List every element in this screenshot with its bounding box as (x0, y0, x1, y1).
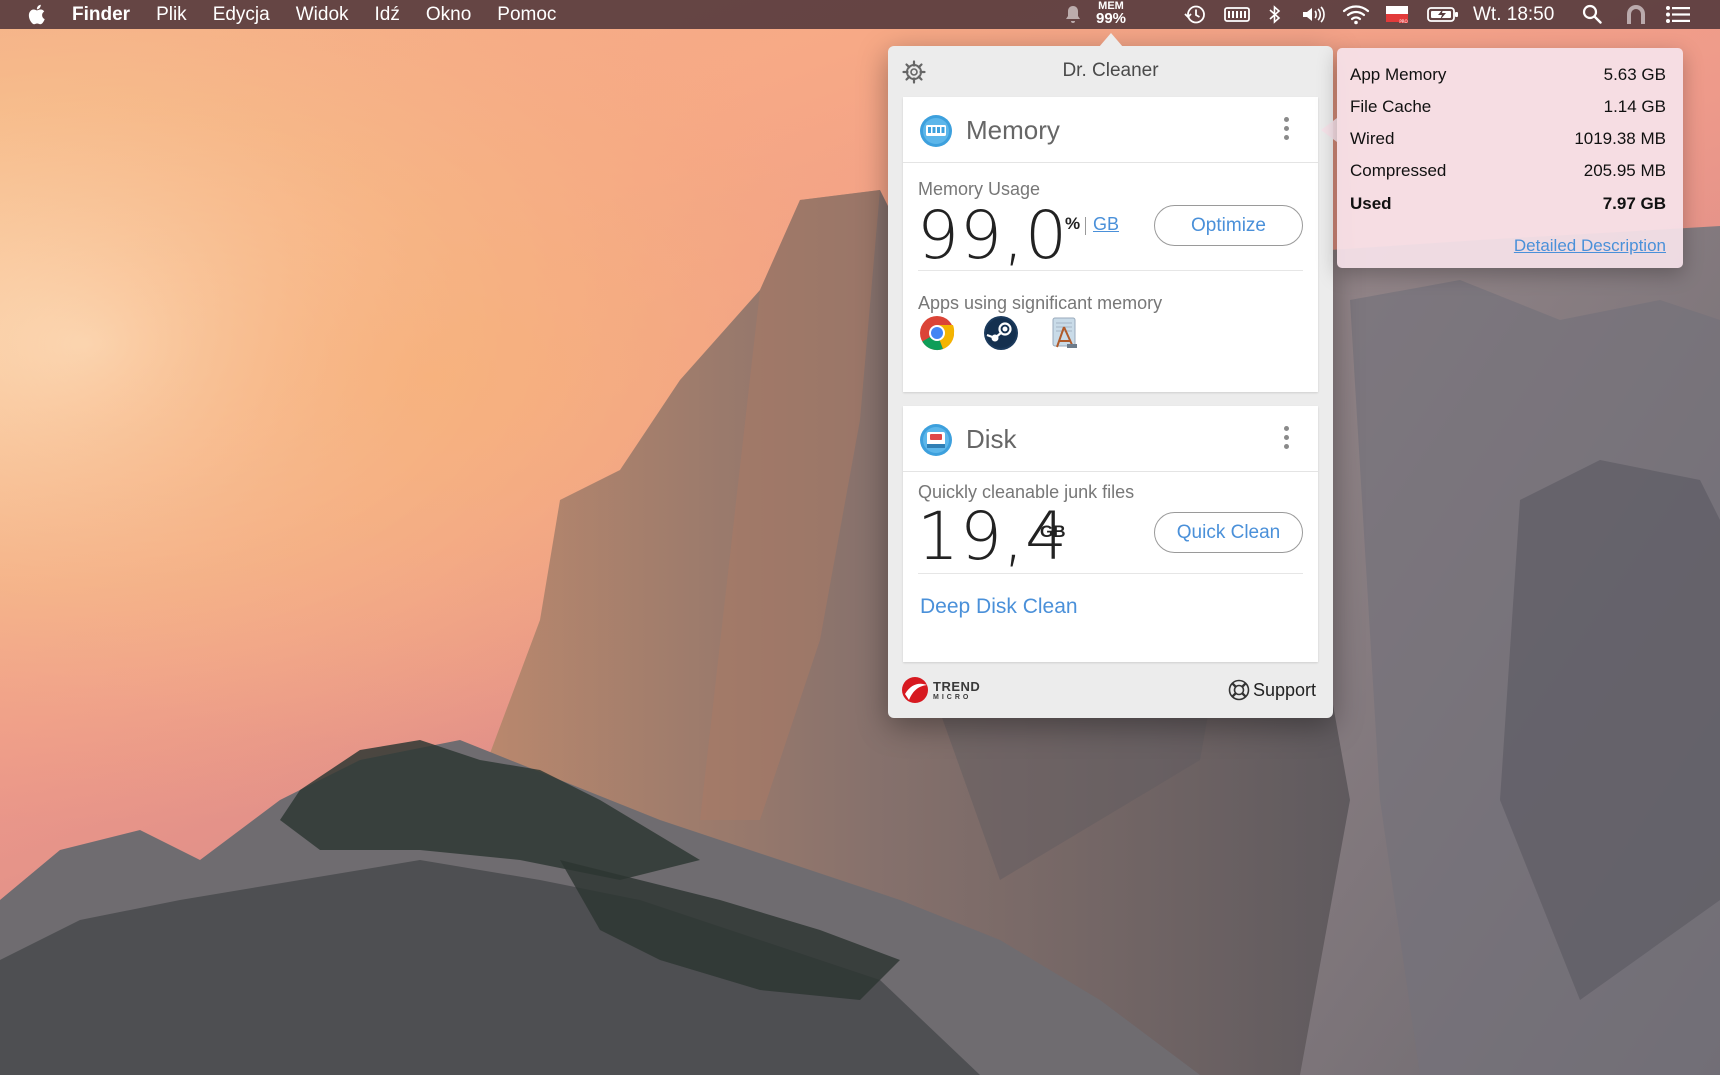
quick-clean-button[interactable]: Quick Clean (1154, 512, 1303, 553)
deep-disk-clean-link[interactable]: Deep Disk Clean (920, 595, 1078, 619)
tooltip-row-compressed: Compressed 205.95 MB (1350, 161, 1666, 185)
menubar-clock[interactable]: Wt. 18:50 (1473, 4, 1554, 26)
notification-center-icon[interactable] (1665, 4, 1691, 25)
time-machine-icon[interactable] (1183, 4, 1207, 25)
unit-separator (1085, 217, 1086, 235)
tooltip-label: Wired (1350, 129, 1395, 148)
disk-card-header: Disk (903, 406, 1318, 472)
menu-edycja[interactable]: Edycja (213, 4, 270, 26)
mem-badge-value: 99% (1095, 10, 1127, 27)
memory-usage-value: 99,0 (917, 197, 1068, 274)
optimize-button[interactable]: Optimize (1154, 205, 1303, 246)
disk-more-options-icon[interactable] (1280, 426, 1292, 452)
spotlight-search-icon[interactable] (1582, 4, 1602, 25)
tooltip-value: 205.95 MB (1583, 161, 1666, 180)
memory-chip-icon[interactable] (1224, 4, 1250, 25)
lifebuoy-icon (1228, 679, 1250, 701)
tooltip-row-file-cache: File Cache 1.14 GB (1350, 97, 1666, 121)
mem-status-badge[interactable]: MEM 99% (1093, 1, 1129, 28)
tooltip-value: 1.14 GB (1603, 97, 1666, 116)
support-button[interactable]: Support (1228, 677, 1316, 703)
menu-plik[interactable]: Plik (156, 4, 187, 26)
divider (918, 573, 1303, 574)
notification-bell-icon[interactable] (1063, 4, 1083, 25)
tooltip-value: 1019.38 MB (1574, 129, 1666, 148)
disk-card-title: Disk (966, 424, 1017, 454)
volume-icon[interactable] (1301, 4, 1327, 25)
apple-icon[interactable] (26, 4, 46, 25)
tooltip-row-used: Used 7.97 GB (1350, 194, 1666, 218)
disk-icon (920, 424, 952, 456)
input-source-flag-icon[interactable]: PRO (1385, 4, 1409, 25)
trend-micro-brand-line1: TREND (933, 679, 981, 694)
memory-card: Memory Memory Usage 99,0 % GB Optimize A… (903, 97, 1318, 392)
tooltip-label: Used (1350, 194, 1392, 213)
menu-okno[interactable]: Okno (426, 4, 471, 26)
support-label: Support (1253, 679, 1317, 700)
trend-micro-logo-icon (902, 677, 928, 703)
bluetooth-icon[interactable] (1267, 4, 1283, 25)
svg-text:PRO: PRO (1399, 19, 1407, 24)
user-account-icon[interactable] (1625, 4, 1647, 25)
divider (918, 270, 1303, 271)
memory-card-title: Memory (966, 115, 1060, 145)
tooltip-label: File Cache (1350, 97, 1432, 116)
memory-card-header: Memory (903, 97, 1318, 163)
tooltip-row-wired: Wired 1019.38 MB (1350, 129, 1666, 153)
tooltip-value: 7.97 GB (1602, 194, 1666, 213)
apps-significant-memory-label: Apps using significant memory (918, 293, 1163, 313)
menu-idz[interactable]: Idź (375, 4, 400, 26)
popover-title: Dr. Cleaner (1062, 60, 1159, 81)
chrome-icon[interactable] (919, 315, 955, 351)
menu-app-name[interactable]: Finder (72, 4, 130, 26)
disk-card: Disk Quickly cleanable junk files 19,4 G… (903, 406, 1318, 662)
memory-details-tooltip: App Memory 5.63 GB File Cache 1.14 GB Wi… (1337, 48, 1683, 268)
dr-cleaner-popover: Dr. Cleaner Memory Memory Usage 99,0 % G… (888, 46, 1333, 718)
wifi-icon[interactable] (1342, 4, 1370, 25)
menu-bar: Finder Plik Edycja Widok Idź Okno Pomoc … (0, 0, 1720, 29)
unit-percent-toggle[interactable]: % (1065, 214, 1080, 234)
memory-icon (920, 115, 952, 147)
detailed-description-link[interactable]: Detailed Description (1514, 236, 1666, 256)
menu-pomoc[interactable]: Pomoc (497, 4, 556, 26)
steam-icon[interactable] (983, 315, 1019, 351)
menu-widok[interactable]: Widok (296, 4, 349, 26)
junk-files-unit: GB (1040, 522, 1066, 541)
tooltip-arrow (1321, 118, 1337, 142)
tooltip-label: Compressed (1350, 161, 1447, 180)
unit-gb-toggle[interactable]: GB (1093, 214, 1119, 235)
memory-more-options-icon[interactable] (1280, 117, 1292, 143)
battery-charging-icon[interactable] (1427, 4, 1459, 25)
trend-micro-brand-line2: MICRO (933, 694, 972, 701)
tooltip-row-app-memory: App Memory 5.63 GB (1350, 65, 1666, 89)
xcode-instruments-icon[interactable] (1047, 315, 1083, 351)
tooltip-label: App Memory (1350, 65, 1447, 84)
popover-arrow (1099, 33, 1123, 47)
tooltip-value: 5.63 GB (1603, 65, 1666, 84)
